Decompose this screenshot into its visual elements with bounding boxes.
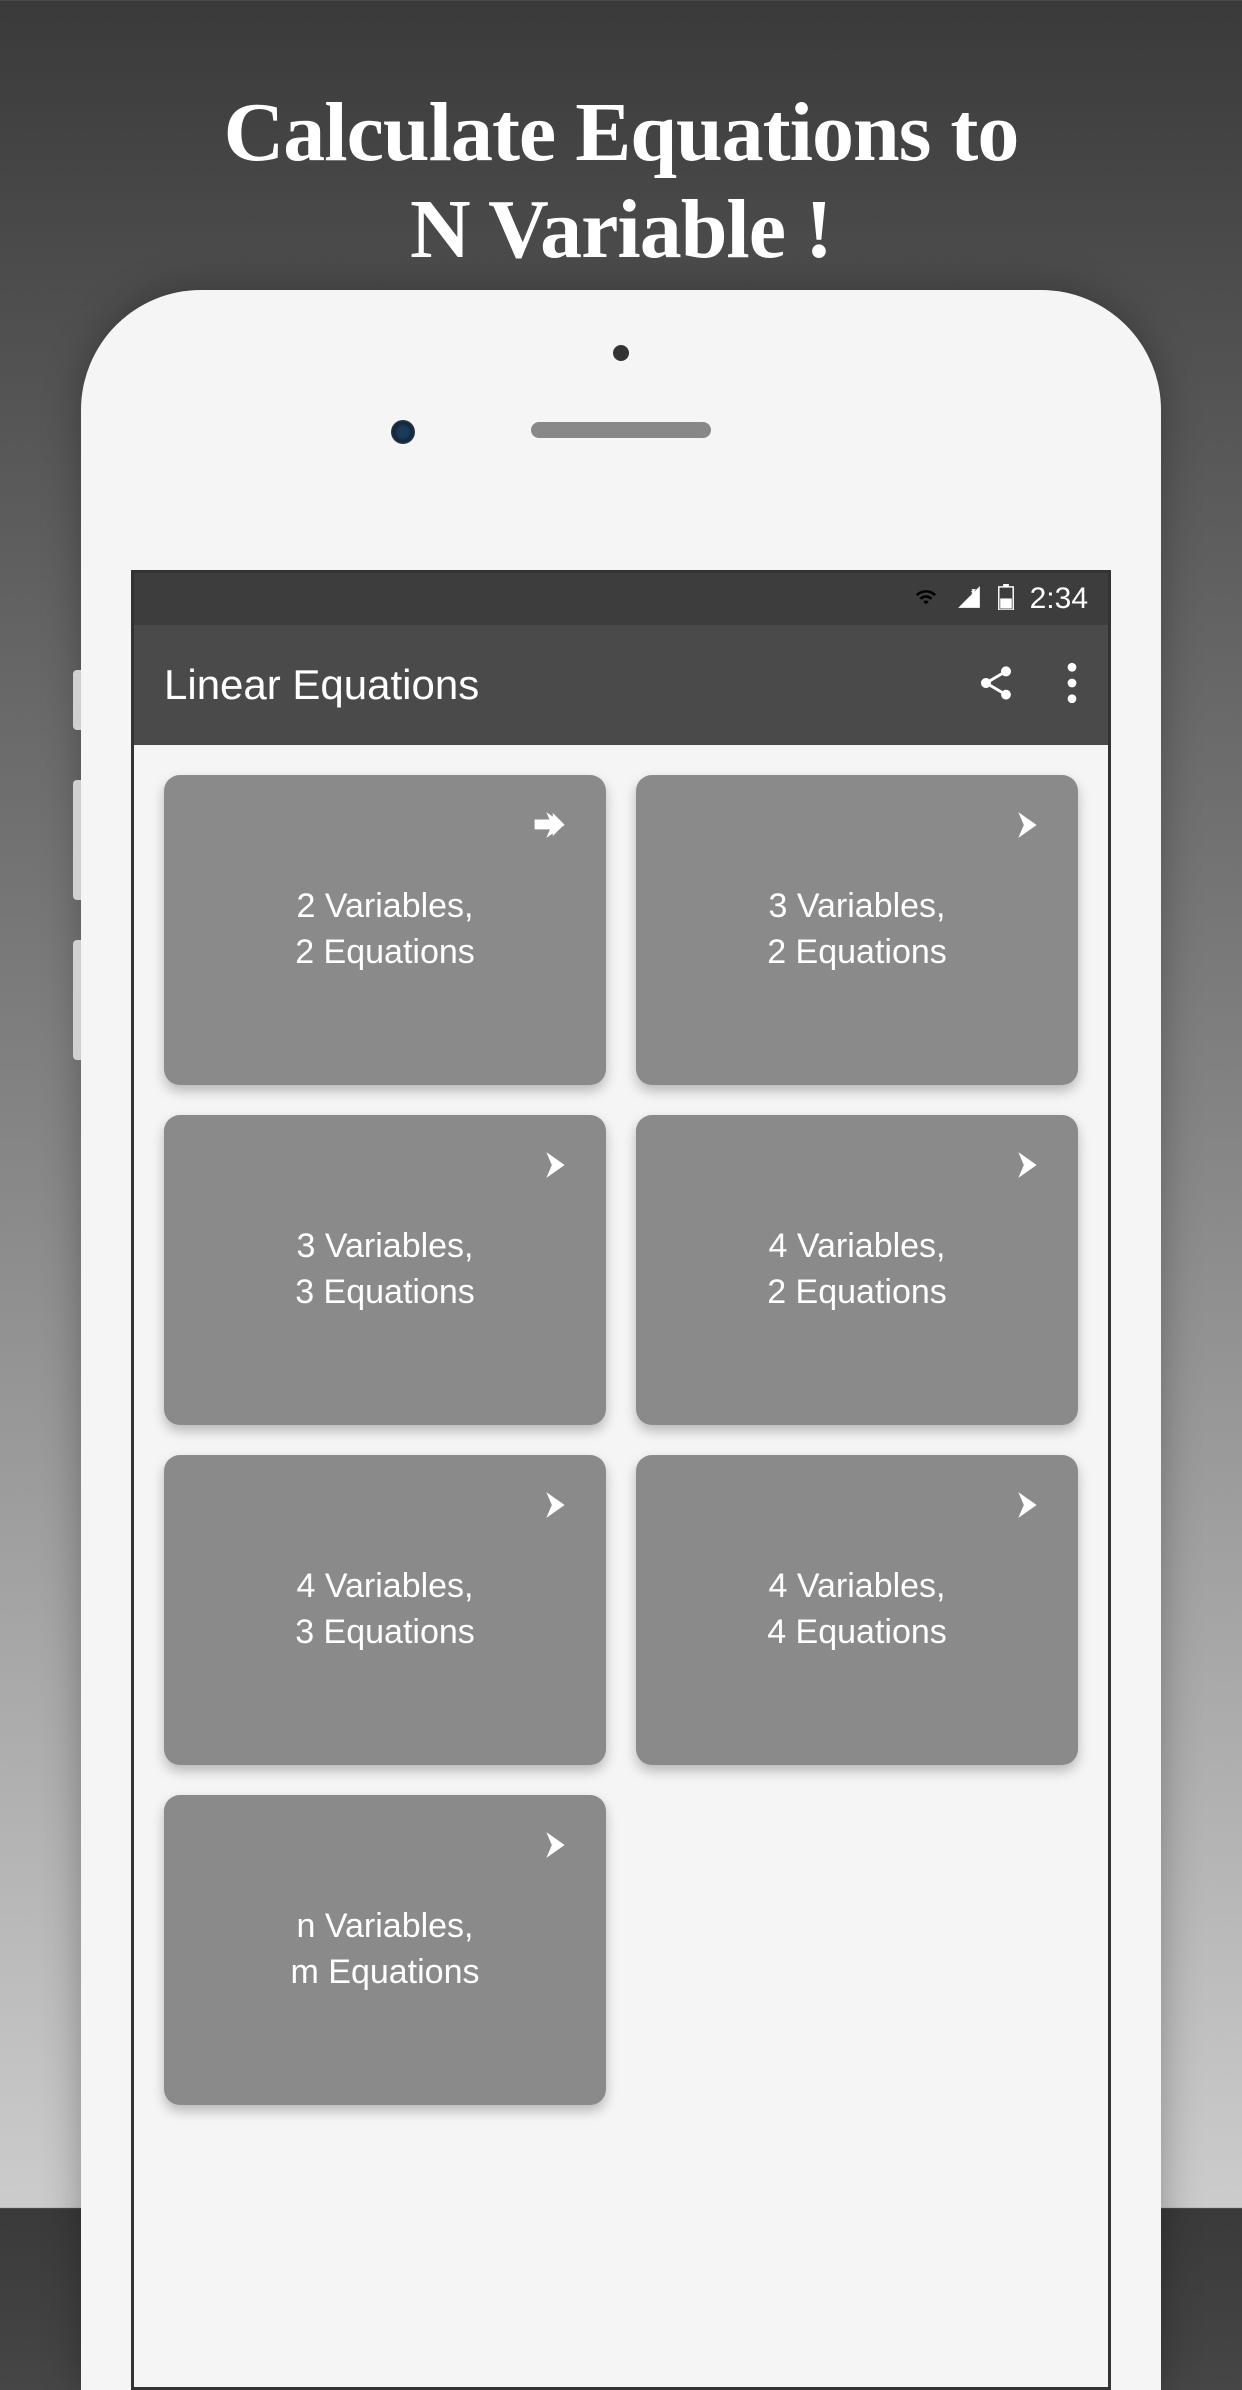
battery-icon xyxy=(998,584,1014,615)
forward-arrow-icon xyxy=(1000,1483,1044,1532)
card-label: 4 Variables, 4 Equations xyxy=(767,1564,947,1656)
overflow-menu-button[interactable] xyxy=(1066,662,1078,709)
card-label: n Variables, m Equations xyxy=(291,1904,480,1996)
card-label: 3 Variables, 2 Equations xyxy=(767,884,947,976)
phone-earpiece xyxy=(531,422,711,438)
equation-card-4v4e[interactable]: 4 Variables, 4 Equations xyxy=(636,1455,1078,1765)
equation-card-2v2e[interactable]: 2 Variables, 2 Equations xyxy=(164,775,606,1085)
phone-camera xyxy=(391,420,415,444)
promo-title-line2: N Variable ! xyxy=(410,183,832,276)
status-bar: x 2:34 xyxy=(134,573,1108,625)
status-time: 2:34 xyxy=(1030,582,1088,616)
signal-icon: x xyxy=(956,584,982,615)
share-button[interactable] xyxy=(976,663,1016,708)
promo-title: Calculate Equations to N Variable ! xyxy=(0,0,1242,278)
svg-text:x: x xyxy=(971,584,977,596)
card-label: 4 Variables, 2 Equations xyxy=(767,1224,947,1316)
forward-arrow-icon xyxy=(528,1143,572,1192)
forward-arrow-icon xyxy=(528,1483,572,1532)
forward-arrow-icon xyxy=(528,1823,572,1872)
wifi-icon xyxy=(912,586,940,613)
app-bar: Linear Equations xyxy=(134,625,1108,745)
card-label: 2 Variables, 2 Equations xyxy=(295,884,475,976)
forward-arrow-icon xyxy=(528,803,572,852)
card-label: 4 Variables, 3 Equations xyxy=(295,1564,475,1656)
phone-side-button xyxy=(73,780,81,900)
equation-card-4v3e[interactable]: 4 Variables, 3 Equations xyxy=(164,1455,606,1765)
forward-arrow-icon xyxy=(1000,803,1044,852)
promo-title-line1: Calculate Equations to xyxy=(224,86,1019,179)
app-title: Linear Equations xyxy=(164,661,479,709)
content-grid: 2 Variables, 2 Equations 3 Variables, 2 … xyxy=(134,745,1108,2387)
phone-top-sensor xyxy=(613,345,629,361)
phone-screen: x 2:34 Linear Equations xyxy=(131,570,1111,2390)
phone-device-frame: x 2:34 Linear Equations xyxy=(81,290,1161,2390)
equation-card-nvm[interactable]: n Variables, m Equations xyxy=(164,1795,606,2105)
equation-card-3v2e[interactable]: 3 Variables, 2 Equations xyxy=(636,775,1078,1085)
card-label: 3 Variables, 3 Equations xyxy=(295,1224,475,1316)
phone-side-button xyxy=(73,940,81,1060)
forward-arrow-icon xyxy=(1000,1143,1044,1192)
equation-card-3v3e[interactable]: 3 Variables, 3 Equations xyxy=(164,1115,606,1425)
equation-card-4v2e[interactable]: 4 Variables, 2 Equations xyxy=(636,1115,1078,1425)
app-bar-actions xyxy=(976,662,1078,709)
phone-side-button xyxy=(73,670,81,730)
